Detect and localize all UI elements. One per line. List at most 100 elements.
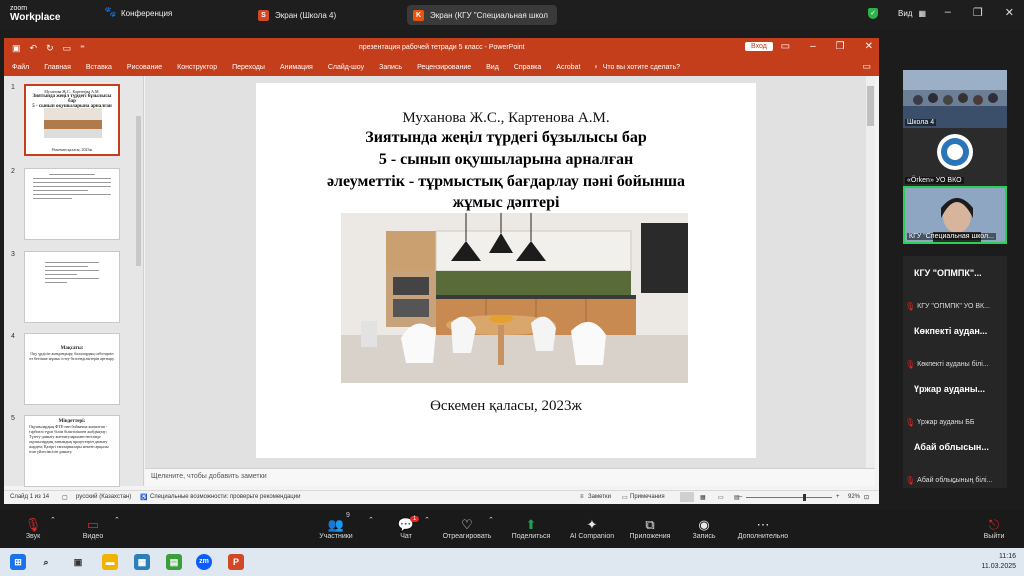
spellcheck-icon[interactable]: ▢ (62, 494, 68, 501)
minimize-icon[interactable]: – (945, 6, 951, 19)
save-icon[interactable]: ▣ (12, 43, 21, 54)
participant-tile[interactable]: Көкпекті аудан... 🎙 Көкпекті ауданы білі.… (903, 314, 1007, 372)
zoom-in-icon[interactable]: + (836, 494, 840, 500)
minimize-icon[interactable]: – (810, 41, 816, 52)
video-tile[interactable]: «Örken» УО ВКО (903, 128, 1007, 186)
thumbnail-image[interactable] (24, 251, 120, 323)
scrollbar-thumb[interactable] (867, 86, 874, 126)
reading-view-icon[interactable]: ▭ (718, 494, 724, 501)
close-icon[interactable]: ✕ (1005, 6, 1014, 19)
tab-record[interactable]: Запись (379, 64, 402, 71)
chevron-up-icon[interactable]: ⌃ (424, 516, 430, 524)
file-explorer-icon[interactable]: ▬ (102, 554, 118, 570)
language-status[interactable]: русский (Казахстан) (76, 494, 131, 500)
notes-button[interactable]: Заметки (588, 494, 611, 500)
restore-icon[interactable]: ❐ (836, 41, 845, 52)
conference-tab[interactable]: 🐾 Конференция (104, 8, 172, 18)
windows-start-icon[interactable]: ⊞ (10, 554, 26, 570)
comments-icon[interactable]: ▭ (622, 494, 628, 501)
editor-scrollbar[interactable] (866, 76, 875, 468)
undo-icon[interactable]: ↶ (30, 43, 38, 54)
slide-title-line[interactable]: әлеуметтік - тұрмыстық бағдарлау пәні бо… (256, 173, 756, 191)
tab-view[interactable]: Вид (486, 64, 499, 71)
slide-author[interactable]: Муханова Ж.С., Картенова А.М. (256, 110, 756, 127)
notes-icon[interactable]: ≡ (580, 494, 584, 500)
zoom-out-icon[interactable]: – (739, 494, 742, 500)
task-view-icon[interactable]: ▣ (70, 554, 86, 570)
tab-design[interactable]: Конструктор (177, 64, 217, 71)
search-icon[interactable]: ⌕ (38, 554, 54, 570)
zoom-slider-knob[interactable] (803, 494, 806, 501)
fit-slide-icon[interactable]: ⊡ (864, 494, 869, 501)
tab-help[interactable]: Справка (514, 64, 541, 71)
tab-home[interactable]: Главная (44, 64, 71, 71)
zoom-slider[interactable] (746, 497, 832, 498)
thumbnail-text: Муханова Ж.С., Картенова А.М. Зиятында ж… (26, 86, 118, 109)
view-menu[interactable]: ✓ Вид ▦ (868, 8, 926, 19)
kitchen-photo[interactable] (341, 213, 688, 383)
app-icon[interactable]: ▤ (166, 554, 182, 570)
tab-slideshow[interactable]: Слайд-шоу (328, 64, 364, 71)
participant-tile[interactable]: КГУ "ОПМПК"... 🎙 КГУ "ОПМПК" УО ВК... (903, 256, 1007, 314)
react-button[interactable]: ♡ Отреагировать (440, 516, 494, 540)
share-tab-school4[interactable]: S Экран (Школа 4) (252, 5, 342, 25)
scrollbar-thumb[interactable] (136, 116, 141, 266)
sign-in-button[interactable]: Вход (745, 42, 773, 51)
chevron-down-icon[interactable]: ⌄ (950, 475, 958, 486)
leave-button[interactable]: ⎋ Выйти (980, 516, 1008, 540)
tab-insert[interactable]: Вставка (86, 64, 112, 71)
notes-pane[interactable]: Щелкните, чтобы добавить заметки (145, 468, 875, 486)
tell-me-box[interactable]: ♀ Что вы хотите сделать? (593, 64, 680, 71)
video-tile[interactable]: Школа 4 (903, 70, 1007, 128)
chevron-up-icon[interactable]: ⌃ (488, 516, 494, 524)
zoom-app-icon[interactable]: zm (196, 554, 212, 570)
participant-name: Школа 4 (905, 119, 937, 126)
thumbnail-scrollbar[interactable] (135, 76, 142, 486)
slide-city-year[interactable]: Өскемен қаласы, 2023ж (256, 398, 756, 415)
slide-title-line[interactable]: 5 - сынып оқушыларына арналған (256, 151, 756, 169)
apps-button[interactable]: ⧉ Приложения (626, 516, 674, 540)
ribbon-display-icon[interactable]: ▭ (781, 41, 790, 52)
more-button[interactable]: ⋯ Дополнительно (733, 516, 793, 540)
close-icon[interactable]: ✕ (865, 41, 873, 52)
chevron-up-icon[interactable]: ⌃ (114, 516, 120, 524)
tab-review[interactable]: Рецензирование (417, 64, 471, 71)
slide-canvas[interactable]: Муханова Ж.С., Картенова А.М. Зиятында ж… (256, 83, 756, 458)
participant-tile[interactable]: Үржар ауданы... 🎙 Үржар ауданы ББ (903, 372, 1007, 430)
sorter-view-icon[interactable]: ▦ (700, 494, 706, 501)
accessibility-icon[interactable]: ♿ (140, 494, 147, 501)
comments-icon[interactable]: ▭ (862, 61, 871, 72)
share-button[interactable]: ⬆ Поделиться (509, 516, 553, 540)
tab-file[interactable]: Файл (12, 64, 29, 71)
video-tile-active-speaker[interactable]: КГУ "Специальная школ... (903, 186, 1007, 244)
thumbnail-image[interactable]: Муханова Ж.С., Картенова А.М. Зиятында ж… (24, 84, 120, 156)
comments-button[interactable]: Примечания (630, 494, 665, 500)
record-button[interactable]: ◉ Запись (689, 516, 719, 540)
chevron-up-icon[interactable]: ⌃ (50, 516, 56, 524)
tab-animations[interactable]: Анимация (280, 64, 313, 71)
mute-button[interactable]: 🎙 Звук (18, 516, 48, 540)
participants-button[interactable]: 👥 Участники (316, 516, 356, 540)
restore-icon[interactable]: ❐ (973, 6, 983, 19)
slide-title-line[interactable]: Зиятында жеңіл түрдегі бұзылысы бар (256, 129, 756, 147)
chevron-up-icon[interactable]: ⌃ (368, 516, 374, 524)
tab-acrobat[interactable]: Acrobat (556, 64, 580, 71)
thumbnail-image[interactable] (24, 168, 120, 240)
customize-icon[interactable]: ⁼ (80, 43, 85, 54)
ai-companion-button[interactable]: ✦ AI Companion (566, 516, 618, 540)
thumbnail-image[interactable]: Міндеттері: Оқушылардың ФТЕ-нен бойынша … (24, 415, 120, 487)
normal-view-icon[interactable] (680, 492, 694, 502)
participant-tile-label: 🎙 Абай облысының білі... (905, 476, 992, 485)
video-button[interactable]: ▭ Видео (76, 516, 110, 540)
redo-icon[interactable]: ↻ (46, 43, 54, 54)
share-tab-special-school[interactable]: K Экран (КГУ "Специальная школ (407, 5, 557, 25)
present-icon[interactable]: ▭ (63, 43, 72, 54)
accessibility-status[interactable]: Специальные возможности: проверьте реком… (150, 494, 300, 500)
powerpoint-app-icon[interactable]: P (228, 554, 244, 570)
tab-transitions[interactable]: Переходы (232, 64, 265, 71)
thumbnail-image[interactable]: Мақсаты: Оқу үрдісін жандандыру, балалар… (24, 333, 120, 405)
zoom-level[interactable]: 92% (848, 494, 860, 500)
tab-draw[interactable]: Рисование (127, 64, 162, 71)
slide-title-line[interactable]: жұмыс дәптері (256, 194, 756, 212)
app-icon[interactable]: ▦ (134, 554, 150, 570)
